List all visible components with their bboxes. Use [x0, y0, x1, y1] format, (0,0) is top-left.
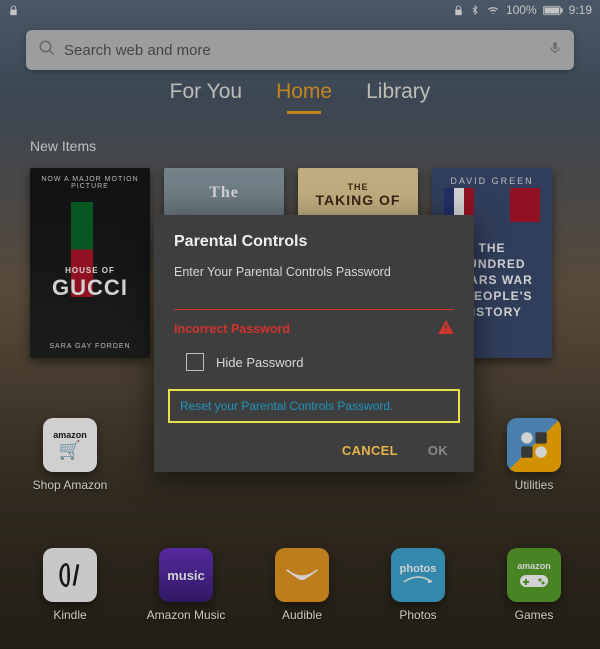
warning-icon	[438, 320, 454, 337]
hide-password-checkbox[interactable]	[186, 353, 204, 371]
parental-controls-dialog: Parental Controls Enter Your Parental Co…	[154, 215, 474, 472]
cancel-button[interactable]: CANCEL	[342, 443, 398, 458]
dialog-subtitle: Enter Your Parental Controls Password	[174, 265, 454, 279]
password-input[interactable]	[174, 309, 454, 310]
reset-password-link[interactable]: Reset your Parental Controls Password.	[174, 399, 454, 413]
ok-button[interactable]: OK	[428, 443, 448, 458]
error-message: Incorrect Password	[174, 322, 438, 336]
dialog-title: Parental Controls	[174, 233, 454, 251]
hide-password-label: Hide Password	[216, 355, 303, 370]
reset-link-highlight: Reset your Parental Controls Password.	[168, 389, 460, 423]
